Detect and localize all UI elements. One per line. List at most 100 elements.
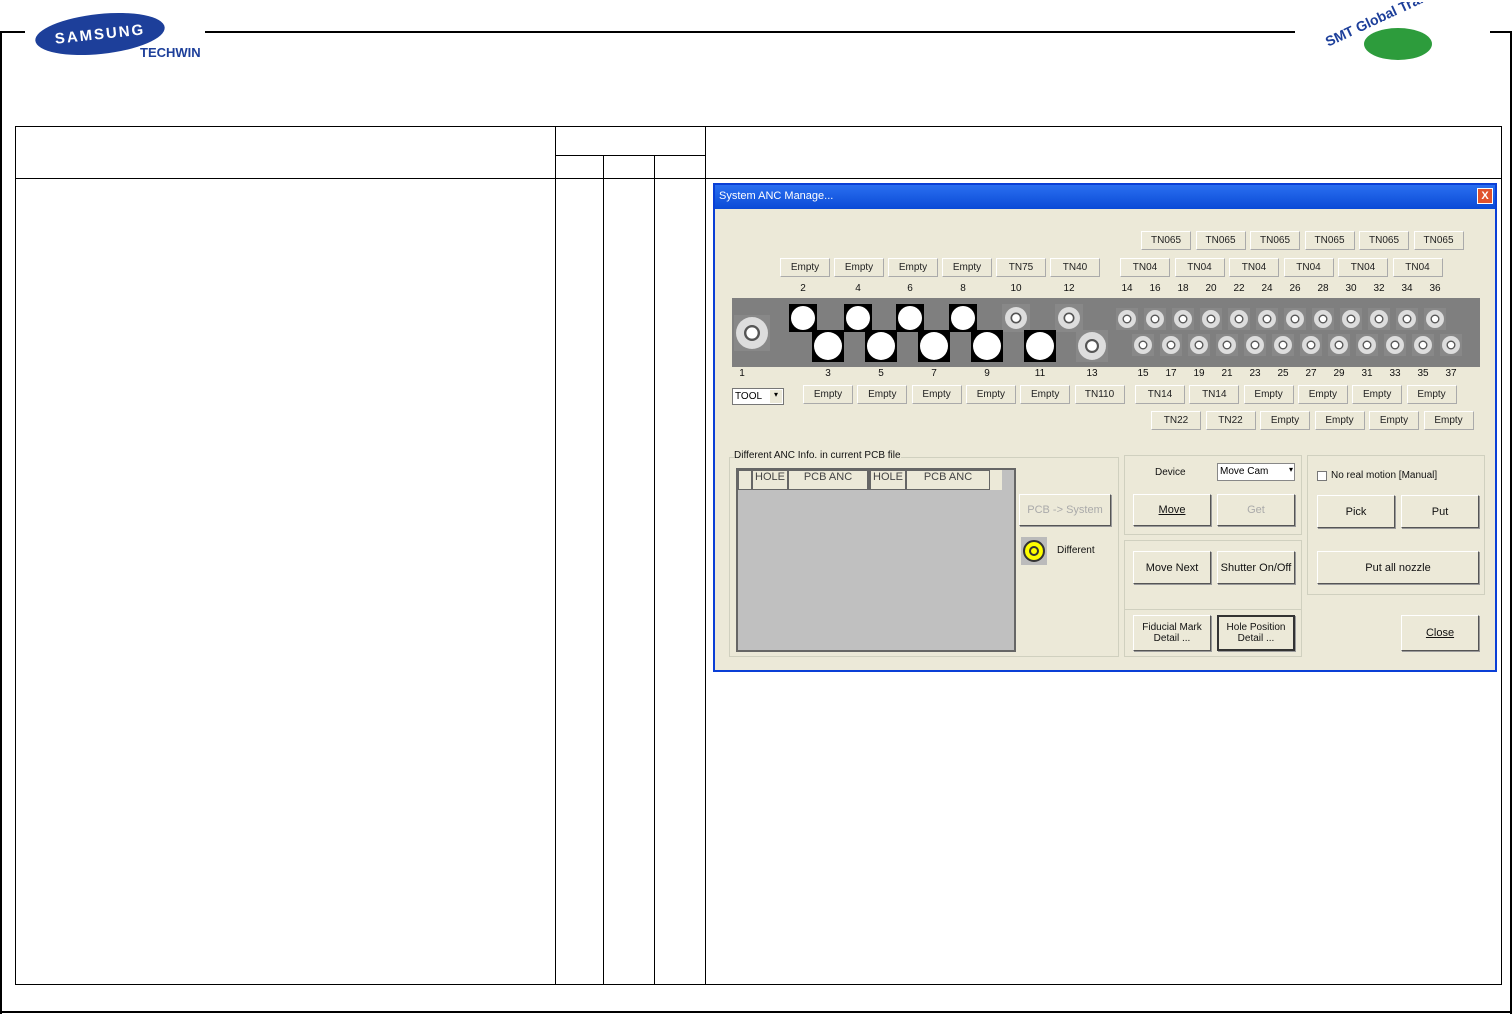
nozzle-hole[interactable]: [1284, 308, 1306, 330]
nozzle-hole[interactable]: [789, 304, 817, 332]
no-real-motion-checkbox[interactable]: No real motion [Manual]: [1317, 470, 1437, 481]
nozzle-label[interactable]: TN065: [1413, 231, 1464, 250]
nozzle-hole[interactable]: [1216, 334, 1238, 356]
nozzle-label[interactable]: TN14: [1189, 385, 1240, 404]
nozzle-label[interactable]: TN75: [996, 258, 1046, 277]
nozzle-label[interactable]: Empty: [965, 385, 1016, 404]
nozzle-hole[interactable]: [1424, 308, 1446, 330]
nozzle-hole[interactable]: [1396, 308, 1418, 330]
put-all-nozzle-button[interactable]: Put all nozzle: [1317, 551, 1479, 584]
nozzle-hole[interactable]: [971, 330, 1003, 362]
column-pcb-anc[interactable]: PCB ANC: [788, 470, 868, 490]
nozzle-hole[interactable]: [949, 304, 977, 332]
nozzle-label[interactable]: TN110: [1074, 385, 1125, 404]
nozzle-label[interactable]: Empty: [1314, 411, 1365, 430]
nozzle-hole[interactable]: [1340, 308, 1362, 330]
nozzle-label[interactable]: Empty: [1243, 385, 1294, 404]
nozzle-hole[interactable]: [1024, 330, 1056, 362]
nozzle-label[interactable]: TN04: [1174, 258, 1225, 277]
nozzle-label[interactable]: Empty: [803, 385, 853, 404]
hole-number: 12: [1063, 283, 1075, 294]
move-button[interactable]: Move: [1133, 494, 1211, 526]
nozzle-label[interactable]: Empty: [1406, 385, 1457, 404]
tool-nozzle[interactable]: [734, 315, 770, 351]
nozzle-hole[interactable]: [1055, 304, 1083, 332]
nozzle-hole[interactable]: [1116, 308, 1138, 330]
nozzle-hole[interactable]: [1368, 308, 1390, 330]
nozzle-label[interactable]: Empty: [911, 385, 962, 404]
move-next-button[interactable]: Move Next: [1133, 551, 1211, 584]
shutter-button[interactable]: Shutter On/Off: [1217, 551, 1295, 584]
nozzle-label[interactable]: Empty: [1352, 385, 1403, 404]
nozzle-label[interactable]: Empty: [857, 385, 908, 404]
nozzle-label[interactable]: Empty: [1423, 411, 1474, 430]
nozzle-label[interactable]: TN065: [1359, 231, 1409, 250]
close-button[interactable]: Close: [1401, 615, 1479, 651]
nozzle-hole[interactable]: [1440, 334, 1462, 356]
hole-number: 19: [1193, 368, 1205, 379]
hole-position-detail-button[interactable]: Hole Position Detail ...: [1217, 615, 1295, 651]
close-icon[interactable]: X: [1477, 188, 1493, 204]
get-button[interactable]: Get: [1217, 494, 1295, 526]
nozzle-label[interactable]: Empty: [1260, 411, 1310, 430]
nozzle-label[interactable]: Empty: [834, 258, 884, 277]
pcb-to-system-button[interactable]: PCB -> System: [1019, 494, 1111, 526]
nozzle-label[interactable]: TN065: [1250, 231, 1300, 250]
nozzle-hole[interactable]: [1312, 308, 1334, 330]
nozzle-label[interactable]: Empty: [780, 258, 830, 277]
nozzle-hole[interactable]: [896, 304, 924, 332]
nozzle-hole[interactable]: [1144, 308, 1166, 330]
hole-number: 37: [1445, 368, 1457, 379]
nozzle-label[interactable]: Empty: [1020, 385, 1071, 404]
nozzle-hole[interactable]: [1412, 334, 1434, 356]
nozzle-hole[interactable]: [1076, 330, 1108, 362]
nozzle-label[interactable]: TN14: [1135, 385, 1185, 404]
nozzle-label[interactable]: TN065: [1304, 231, 1355, 250]
different-anc-list[interactable]: HOLE PCB ANC HOLE PCB ANC: [736, 468, 1016, 652]
nozzle-hole[interactable]: [1300, 334, 1322, 356]
nozzle-hole[interactable]: [1272, 334, 1294, 356]
checkbox-icon[interactable]: [1317, 470, 1327, 481]
device-label: Device: [1155, 467, 1186, 478]
nozzle-hole[interactable]: [1002, 304, 1030, 332]
nozzle-label[interactable]: TN22: [1151, 411, 1201, 430]
nozzle-hole[interactable]: [1256, 308, 1278, 330]
nozzle-hole[interactable]: [1328, 334, 1350, 356]
device-select[interactable]: Move Cam ▾: [1217, 463, 1295, 481]
hole-number: 18: [1177, 283, 1189, 294]
nozzle-hole[interactable]: [1172, 308, 1194, 330]
nozzle-hole[interactable]: [1384, 334, 1406, 356]
put-button[interactable]: Put: [1401, 495, 1479, 528]
nozzle-label[interactable]: TN065: [1141, 231, 1191, 250]
nozzle-hole[interactable]: [1132, 334, 1154, 356]
nozzle-label[interactable]: TN04: [1338, 258, 1388, 277]
nozzle-label[interactable]: TN40: [1050, 258, 1100, 277]
pick-button[interactable]: Pick: [1317, 495, 1395, 528]
nozzle-hole[interactable]: [844, 304, 872, 332]
nozzle-hole[interactable]: [812, 330, 844, 362]
nozzle-label[interactable]: Empty: [888, 258, 938, 277]
nozzle-hole[interactable]: [1244, 334, 1266, 356]
fiducial-mark-detail-button[interactable]: Fiducial Mark Detail ...: [1133, 615, 1211, 651]
nozzle-hole[interactable]: [918, 330, 950, 362]
nozzle-hole[interactable]: [865, 330, 897, 362]
nozzle-label[interactable]: TN065: [1195, 231, 1246, 250]
tool-select[interactable]: TOOL ▾: [732, 388, 784, 405]
column-pcb-anc-2[interactable]: PCB ANC: [906, 470, 990, 490]
column-hole[interactable]: HOLE: [752, 470, 788, 490]
nozzle-hole[interactable]: [1228, 308, 1250, 330]
nozzle-hole[interactable]: [1188, 334, 1210, 356]
nozzle-label[interactable]: TN04: [1392, 258, 1443, 277]
nozzle-label[interactable]: Empty: [942, 258, 992, 277]
nozzle-label[interactable]: TN22: [1205, 411, 1256, 430]
nozzle-hole[interactable]: [1200, 308, 1222, 330]
nozzle-label[interactable]: Empty: [1297, 385, 1348, 404]
nozzle-hole[interactable]: [1160, 334, 1182, 356]
nozzle-label[interactable]: TN04: [1283, 258, 1334, 277]
nozzle-label[interactable]: Empty: [1369, 411, 1419, 430]
nozzle-label[interactable]: TN04: [1229, 258, 1279, 277]
column-hole-2[interactable]: HOLE: [868, 470, 906, 490]
nozzle-label[interactable]: TN04: [1120, 258, 1170, 277]
nozzle-hole[interactable]: [1356, 334, 1378, 356]
title-bar[interactable]: System ANC Manage... X: [715, 185, 1495, 209]
